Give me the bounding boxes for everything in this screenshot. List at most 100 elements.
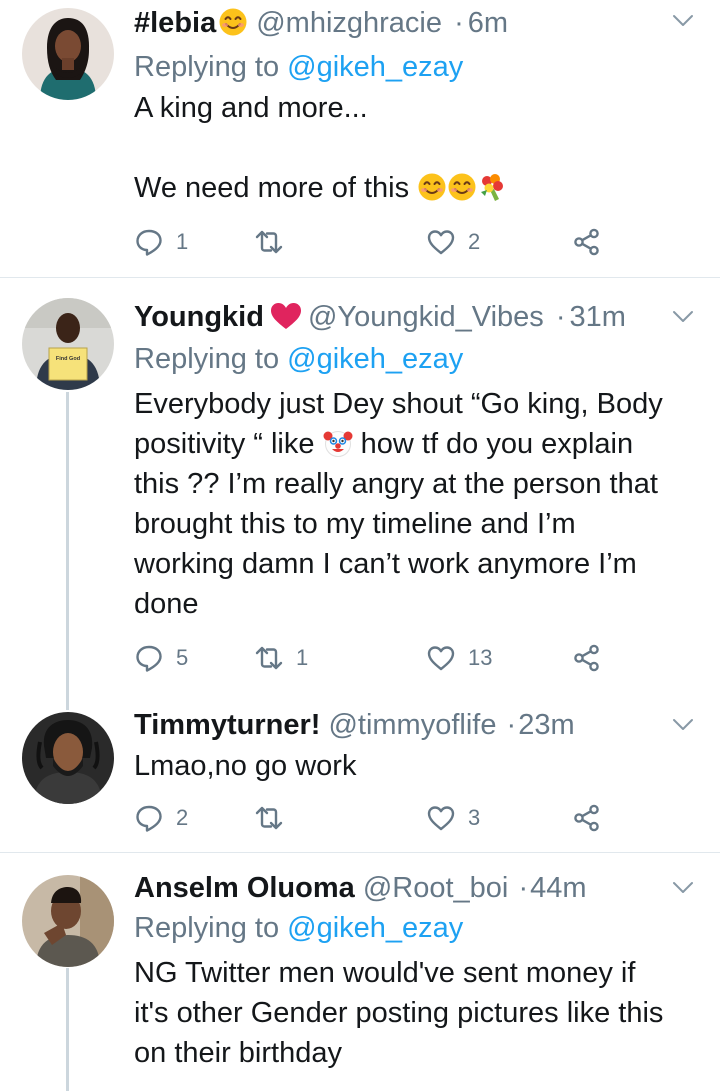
avatar[interactable] xyxy=(22,712,114,804)
chevron-down-icon[interactable] xyxy=(672,14,694,28)
reply-count: 5 xyxy=(176,645,189,670)
like-count: 2 xyxy=(468,229,481,254)
replying-label: Replying to xyxy=(134,912,280,944)
tweet-line: positivity “ like how tf do you explain xyxy=(134,424,696,464)
tweet-line: NG Twitter men would've sent money if xyxy=(134,957,636,989)
replying-mention[interactable]: @gikeh_ezay xyxy=(287,912,463,944)
tweet-body: Everybody just Dey shout “Go king, Body … xyxy=(134,384,696,624)
like-button[interactable]: 2 xyxy=(426,226,480,258)
reply-icon xyxy=(134,643,164,673)
share-button[interactable] xyxy=(572,642,602,674)
timestamp[interactable]: 31m xyxy=(570,301,626,333)
tweet-line: We need more of this xyxy=(134,168,696,208)
tweet-line: A king and more... xyxy=(134,92,368,124)
display-name[interactable]: Anselm Oluoma xyxy=(134,872,355,904)
retweet-icon xyxy=(254,227,284,257)
like-icon xyxy=(426,643,456,673)
separator: · xyxy=(506,709,517,741)
tweet-actions: 5 1 13 xyxy=(134,642,604,674)
tweet-header: #lebia @mhizghracie · 6m xyxy=(134,6,660,40)
timestamp[interactable]: 6m xyxy=(468,7,508,39)
tweet-line-text: how tf do you explain xyxy=(360,428,634,460)
tweet-line: on their birthday xyxy=(134,1037,342,1069)
replying-mention[interactable]: @gikeh_ezay xyxy=(287,51,463,83)
user-handle[interactable]: @mhizghracie xyxy=(256,7,442,39)
display-name[interactable]: Timmyturner! xyxy=(134,709,320,741)
smiling-face-emoji-icon xyxy=(417,172,447,202)
user-handle[interactable]: @timmyoflife xyxy=(328,709,496,741)
tweet-4[interactable]: Anselm Oluoma @Root_boi ·44m Replying to… xyxy=(0,853,720,1091)
tweet-line: Lmao,no go work xyxy=(134,750,357,782)
smiling-face-emoji-icon xyxy=(218,7,248,37)
share-icon xyxy=(572,643,602,673)
display-name[interactable]: #lebia xyxy=(134,7,216,39)
tweet-line: done xyxy=(134,588,199,620)
avatar-book-text: Find God xyxy=(56,356,80,362)
avatar[interactable] xyxy=(22,8,114,100)
tweet-body: A king and more... We need more of this xyxy=(134,88,696,208)
red-heart-emoji-icon xyxy=(270,303,301,329)
like-icon xyxy=(426,227,456,257)
tweet-line: this ?? I’m really angry at the person t… xyxy=(134,468,658,500)
reply-button[interactable]: 5 xyxy=(134,642,188,674)
tweet-body: Lmao,no go work xyxy=(134,746,696,786)
share-button[interactable] xyxy=(572,802,602,834)
retweet-button[interactable] xyxy=(254,226,296,258)
chevron-down-icon[interactable] xyxy=(672,310,694,324)
tweet-actions: 1 2 xyxy=(134,226,604,258)
like-count: 13 xyxy=(468,645,493,670)
replying-to: Replying to @gikeh_ezay xyxy=(134,50,463,84)
retweet-icon xyxy=(254,803,284,833)
tweet-header: Anselm Oluoma @Root_boi ·44m xyxy=(134,871,660,905)
tweet-actions: 2 3 xyxy=(134,802,604,834)
tweet-body: NG Twitter men would've sent money if it… xyxy=(134,953,696,1073)
avatar[interactable] xyxy=(22,875,114,967)
tweet-2[interactable]: Find God Youngkid @Youngkid_Vibes · 31m Re… xyxy=(0,278,720,688)
like-icon xyxy=(426,803,456,833)
retweet-button[interactable]: 1 xyxy=(254,642,308,674)
reply-icon xyxy=(134,227,164,257)
replying-label: Replying to xyxy=(134,343,280,375)
reply-icon xyxy=(134,803,164,833)
tweet-line: working damn I can’t work anymore I’m xyxy=(134,548,637,580)
user-handle[interactable]: @Youngkid_Vibes xyxy=(308,301,544,333)
timestamp[interactable]: 44m xyxy=(530,872,586,904)
like-count: 3 xyxy=(468,805,481,830)
separator: · xyxy=(454,7,464,39)
like-button[interactable]: 13 xyxy=(426,642,492,674)
share-icon xyxy=(572,803,602,833)
tweet-line: it's other Gender posting pictures like … xyxy=(134,997,664,1029)
retweet-icon xyxy=(254,643,284,673)
timestamp[interactable]: 23m xyxy=(518,709,574,741)
chevron-down-icon[interactable] xyxy=(672,881,694,895)
replying-to: Replying to @gikeh_ezay xyxy=(134,342,463,376)
smiling-face-emoji-icon xyxy=(447,172,477,202)
user-handle[interactable]: @Root_boi xyxy=(363,872,509,904)
replying-label: Replying to xyxy=(134,51,280,83)
tweet-line-text: We need more of this xyxy=(134,172,410,204)
separator: · xyxy=(555,301,566,333)
like-button[interactable]: 3 xyxy=(426,802,480,834)
reply-button[interactable]: 1 xyxy=(134,226,188,258)
display-name[interactable]: Youngkid xyxy=(134,301,264,333)
retweet-count: 1 xyxy=(296,645,309,670)
avatar[interactable]: Find God xyxy=(22,298,114,390)
clown-face-emoji-icon xyxy=(323,428,353,458)
replying-to: Replying to @gikeh_ezay xyxy=(134,911,463,945)
tweet-header: Youngkid @Youngkid_Vibes · 31m xyxy=(134,300,660,334)
replying-mention[interactable]: @gikeh_ezay xyxy=(287,343,463,375)
tweet-1[interactable]: #lebia @mhizghracie · 6m Replying to @gike… xyxy=(0,0,720,277)
reply-count: 1 xyxy=(176,229,189,254)
share-button[interactable] xyxy=(572,226,602,258)
bouquet-emoji-icon xyxy=(477,172,507,202)
tweet-header: Timmyturner! @timmyoflife ·23m xyxy=(134,708,660,742)
tweet-3[interactable]: Timmyturner! @timmyoflife ·23m Lmao,no g… xyxy=(0,688,720,852)
share-icon xyxy=(572,227,602,257)
chevron-down-icon[interactable] xyxy=(672,718,694,732)
tweet-line-text: positivity “ like xyxy=(134,428,315,460)
tweet-line: brought this to my timeline and I’m xyxy=(134,508,576,540)
reply-button[interactable]: 2 xyxy=(134,802,188,834)
reply-count: 2 xyxy=(176,805,189,830)
tweet-line: Everybody just Dey shout “Go king, Body xyxy=(134,388,663,420)
retweet-button[interactable] xyxy=(254,802,296,834)
